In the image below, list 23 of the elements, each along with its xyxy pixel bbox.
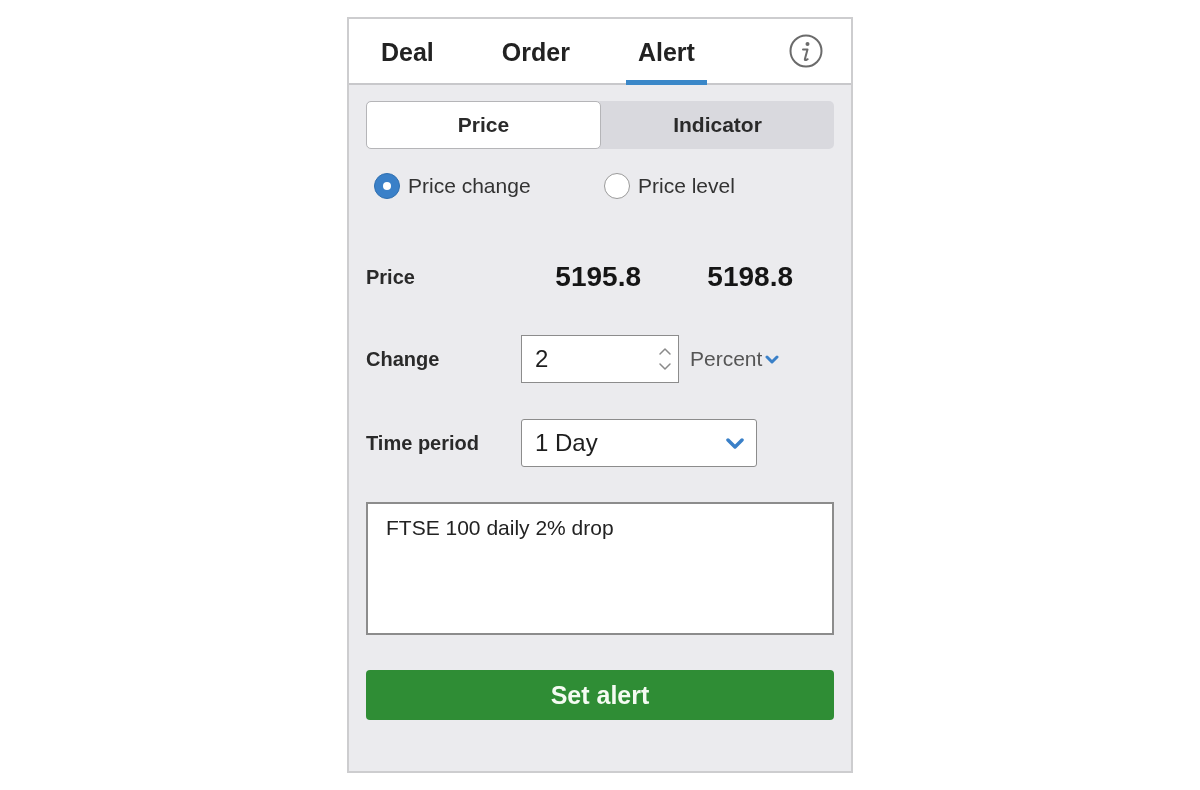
radio-label[interactable]: Price change [408,174,531,198]
price-label: Price [366,265,416,289]
chevron-down-icon [726,437,744,449]
radio-button[interactable] [604,173,630,199]
chevron-down-icon [765,354,780,364]
tab[interactable]: Deal [369,19,446,85]
tab[interactable]: Alert [625,19,707,85]
change-label: Change [366,347,441,371]
number-input[interactable]: 2 [521,335,679,383]
time-period-select[interactable]: 1 Day [521,419,757,467]
tab[interactable]: Order [489,19,582,85]
time-period-label: Time period [366,431,480,455]
segment-tab[interactable]: Indicator [601,101,834,149]
radio-button[interactable] [374,173,400,199]
note-field[interactable]: FTSE 100 daily 2% drop [366,502,834,635]
set-alert-button[interactable]: Set alert [366,670,834,720]
spinner-arrows-icon[interactable] [658,346,672,372]
radio-label[interactable]: Price level [638,174,735,198]
price-value: 5195.8 [554,261,641,293]
info-icon[interactable] [789,34,823,68]
price-value: 5198.8 [706,261,793,293]
unit-dropdown[interactable]: Percent [690,347,780,371]
segment-tab[interactable]: Price [366,101,601,149]
